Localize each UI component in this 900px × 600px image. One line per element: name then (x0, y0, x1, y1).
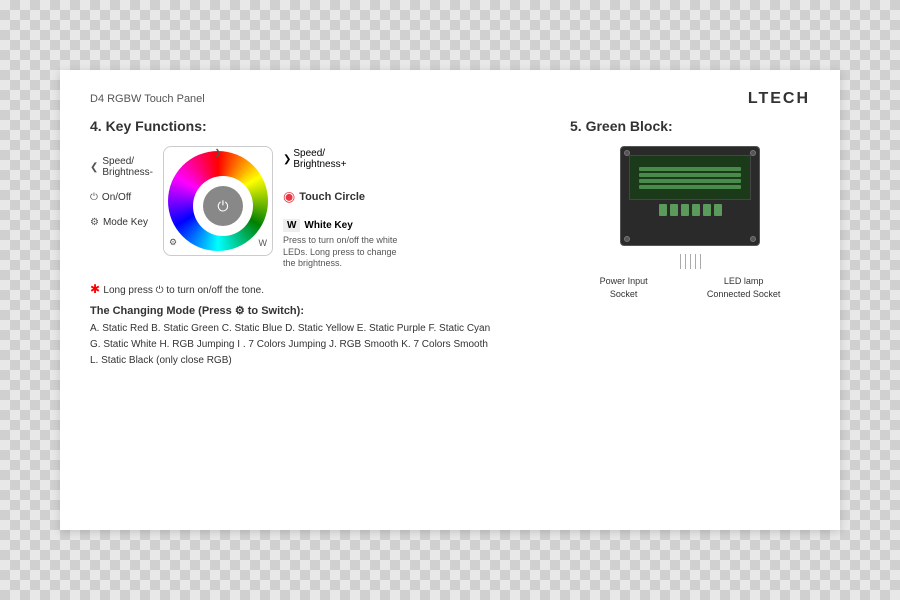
touch-circle-label: Touch Circle (299, 191, 365, 203)
top-arrow-icon: ❯ (215, 148, 222, 157)
green-block-labels: Power Input Socket LED lamp Connected So… (570, 275, 810, 300)
long-press-text: Long press ⏻ to turn on/off the tone. (103, 285, 264, 296)
speed-brightness-minus-label: ❮ Speed/Brightness- (90, 156, 153, 178)
speed-brightness-minus-text: Speed/Brightness- (102, 156, 153, 178)
wire-2 (685, 254, 686, 269)
wire-5 (700, 254, 701, 269)
screw-bl (624, 236, 630, 242)
speed-brightness-plus-text: Speed/Brightness+ (293, 148, 346, 170)
led-lamp-label: LED lamp Connected Socket (707, 275, 781, 300)
white-key-description: Press to turn on/off the white LEDs. Lon… (283, 235, 403, 270)
key-functions-area: ❮ Speed/Brightness- ⏻ On/Off ⚙ Mode Key (90, 146, 550, 270)
screen-line-1 (639, 167, 742, 171)
white-key-info: W White Key Press to turn on/off the whi… (283, 219, 403, 270)
top-bar: D4 RGBW Touch Panel LTECH (90, 90, 810, 108)
modes-list: A. Static Red B. Static Green C. Static … (90, 321, 550, 369)
screw-br (750, 236, 756, 242)
changing-mode-title: The Changing Mode (Press ⚙ to Switch): (90, 304, 550, 317)
white-key-row: W White Key Press to turn on/off the whi… (283, 219, 403, 270)
speed-brightness-plus-label: ❯ Speed/Brightness+ (283, 148, 403, 170)
wire-container (570, 254, 810, 269)
modes-row-3: L. Static Black (only close RGB) (90, 353, 550, 369)
document-title: D4 RGBW Touch Panel (90, 93, 205, 105)
socket-text: Socket (600, 288, 648, 301)
connected-socket-text: Connected Socket (707, 288, 781, 301)
screen-line-3 (639, 179, 742, 183)
page-container: D4 RGBW Touch Panel LTECH 4. Key Functio… (60, 70, 840, 530)
kf-labels-left: ❮ Speed/Brightness- ⏻ On/Off ⚙ Mode Key (90, 146, 153, 270)
section5-title: 5. Green Block: (570, 118, 810, 134)
color-wheel: ⏻ (168, 151, 268, 251)
asterisk-icon: ✱ (90, 282, 103, 296)
key-functions-section: 4. Key Functions: ❮ Speed/Brightness- ⏻ … (90, 118, 550, 369)
white-key-label: White Key (304, 220, 352, 231)
wire-4 (695, 254, 696, 269)
wire-3 (690, 254, 691, 269)
bracket-right-icon: ❯ (283, 154, 291, 165)
gear-icon: ⚙ (90, 217, 99, 228)
power-icon: ⏻ (90, 192, 98, 203)
mode-key-label: ⚙ Mode Key (90, 217, 153, 228)
screw-tr (750, 150, 756, 156)
power-input-text: Power Input (600, 275, 648, 288)
terminal-pin-3 (681, 204, 689, 216)
touch-circle-icon: ◉ (283, 188, 295, 205)
white-key-w-letter: W (283, 219, 300, 232)
modes-row-2: G. Static White H. RGB Jumping I . 7 Col… (90, 337, 550, 353)
controller-device (620, 146, 760, 246)
section4-title: 4. Key Functions: (90, 118, 550, 134)
wire-1 (680, 254, 681, 269)
center-button[interactable]: ⏻ (203, 186, 243, 226)
terminal-pin-5 (703, 204, 711, 216)
terminal-pin-4 (692, 204, 700, 216)
screen-line-2 (639, 173, 742, 177)
led-lamp-text: LED lamp (707, 275, 781, 288)
green-block-section: 5. Green Block: (570, 118, 810, 369)
mode-key-text: Mode Key (103, 217, 148, 228)
terminal-pin-6 (714, 204, 722, 216)
on-off-text: On/Off (102, 192, 131, 203)
terminal-pin-2 (670, 204, 678, 216)
kf-labels-right: ❯ Speed/Brightness+ ◉ Touch Circle W Whi… (283, 146, 403, 270)
touch-circle-row: ◉ Touch Circle (283, 188, 403, 205)
controller-screen (629, 155, 751, 200)
bracket-left-icon: ❮ (90, 162, 98, 173)
touch-panel-graphic: ⏻ W ⚙ ❯ (163, 146, 273, 256)
long-press-note: ✱ Long press ⏻ to turn on/off the tone. (90, 282, 550, 296)
screw-tl (624, 150, 630, 156)
modes-row-1: A. Static Red B. Static Green C. Static … (90, 321, 550, 337)
on-off-label: ⏻ On/Off (90, 192, 153, 203)
terminal-pin-1 (659, 204, 667, 216)
color-wheel-inner: ⏻ (193, 176, 253, 236)
power-input-label: Power Input Socket (600, 275, 648, 300)
brand-logo: LTECH (748, 90, 810, 108)
w-label: W (258, 238, 267, 248)
controller-terminals (621, 204, 759, 216)
main-content: 4. Key Functions: ❮ Speed/Brightness- ⏻ … (90, 118, 810, 369)
gear-small-icon: ⚙ (169, 237, 177, 248)
screen-line-4 (639, 185, 742, 189)
